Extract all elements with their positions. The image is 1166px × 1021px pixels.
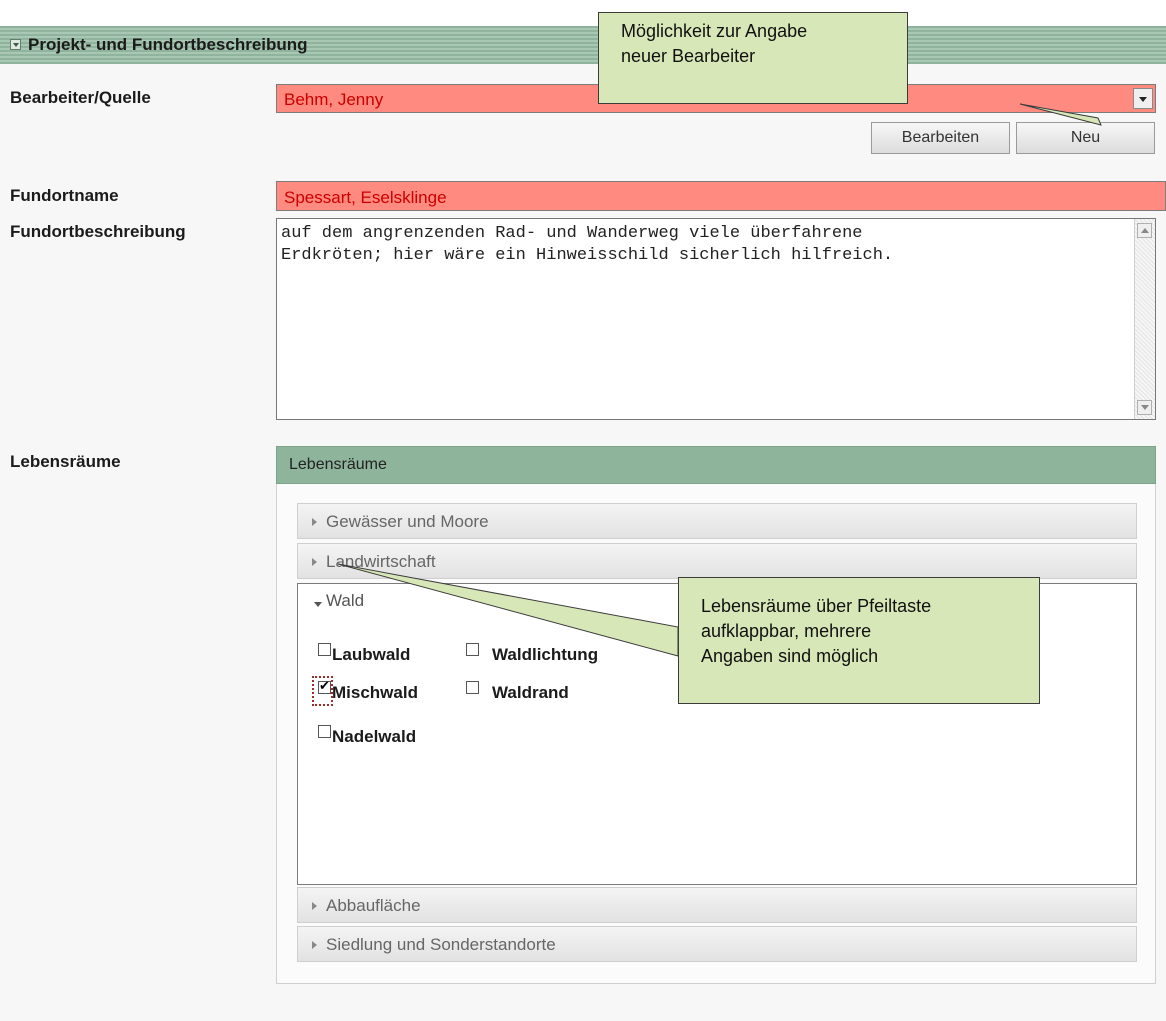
callout-line: Lebensräume über Pfeiltaste <box>701 596 932 616</box>
callout-line: Möglichkeit zur Angabe <box>621 21 808 41</box>
callout-line: neuer Bearbeiter <box>621 46 756 66</box>
callout-line: aufklappbar, mehrere <box>701 621 872 641</box>
top-callout-pointer <box>1019 103 1102 126</box>
bottom-callout-pointer <box>337 563 679 657</box>
callout-new-editor: Möglichkeit zur Angabe neuer Bearbeiter <box>598 12 908 104</box>
callout-habitats: Lebensräume über Pfeiltaste aufklappbar,… <box>678 577 1040 704</box>
callout-line: Angaben sind möglich <box>701 646 879 666</box>
callout-pointers <box>337 103 1102 657</box>
project-panel: Projekt- und Fundortbeschreibung Bearbei… <box>0 0 1166 1021</box>
